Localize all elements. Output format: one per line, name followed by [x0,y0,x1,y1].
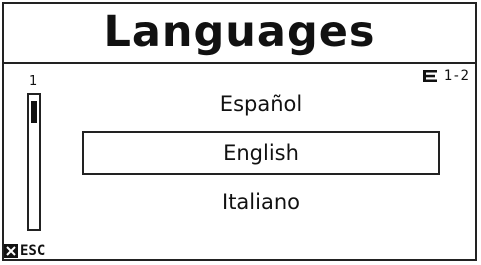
scroll-position-label: 1 [29,74,38,89]
page-title: Languages [103,6,376,57]
language-option-espanol[interactable]: Español [82,82,440,126]
scrollbar-thumb[interactable] [31,101,37,123]
page-indicator-text: 1-2 [443,68,469,84]
language-option-label: Italiano [222,190,300,214]
list-page-icon [422,70,437,82]
scrollbar[interactable] [27,93,41,231]
language-option-label: Español [219,92,303,116]
esc-button[interactable]: ESC [4,243,45,259]
esc-label: ESC [20,243,46,259]
languages-screen: Languages 1 1-2 Español English Italiano… [0,0,481,265]
language-option-italiano[interactable]: Italiano [82,180,440,224]
language-option-label: English [223,141,299,165]
language-option-english[interactable]: English [82,131,440,175]
header-bar: Languages [2,2,477,64]
back-icon [4,244,18,258]
